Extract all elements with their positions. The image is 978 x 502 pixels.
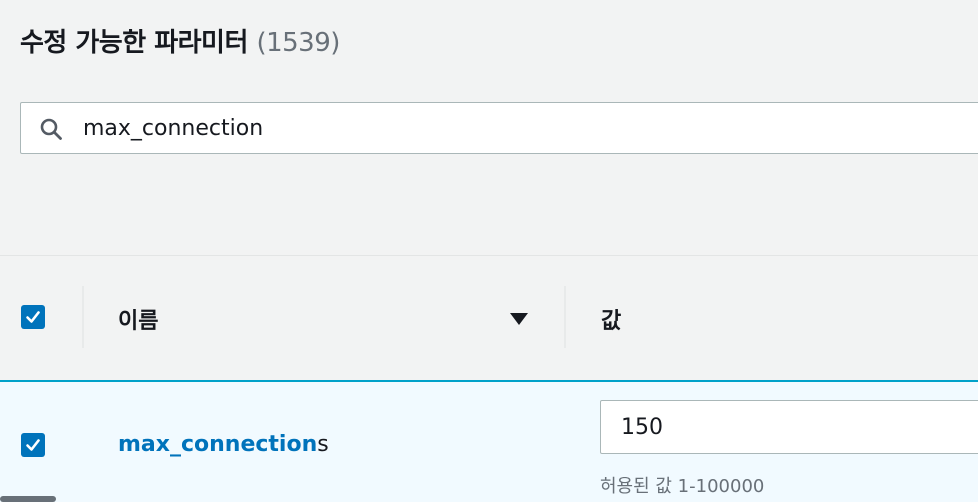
parameter-count: (1539)	[256, 28, 340, 58]
page-title-text: 수정 가능한 파라미터	[20, 28, 248, 58]
scrollbar[interactable]	[0, 496, 56, 502]
column-header-value[interactable]: 값	[601, 303, 621, 335]
parameter-name-rest: s	[317, 432, 329, 457]
parameter-name: max_connections	[118, 432, 329, 457]
search-icon	[40, 118, 62, 140]
search-input[interactable]	[83, 103, 963, 153]
select-all-checkbox[interactable]	[21, 305, 45, 329]
parameter-name-match: max_connection	[118, 432, 318, 457]
checkmark-icon	[26, 311, 40, 323]
search-box[interactable]	[20, 102, 978, 154]
checkmark-icon	[26, 439, 40, 451]
sort-descending-icon[interactable]	[509, 312, 529, 326]
row-checkbox[interactable]	[21, 433, 45, 457]
parameter-value-input[interactable]	[621, 401, 961, 453]
column-separator	[82, 286, 84, 348]
column-header-name[interactable]: 이름	[118, 303, 158, 335]
table-divider	[0, 255, 978, 256]
allowed-values-hint: 허용된 값 1-100000	[600, 476, 765, 497]
parameter-value-field[interactable]	[600, 400, 978, 454]
page-title: 수정 가능한 파라미터 (1539)	[20, 22, 340, 59]
column-separator[interactable]	[564, 286, 566, 348]
